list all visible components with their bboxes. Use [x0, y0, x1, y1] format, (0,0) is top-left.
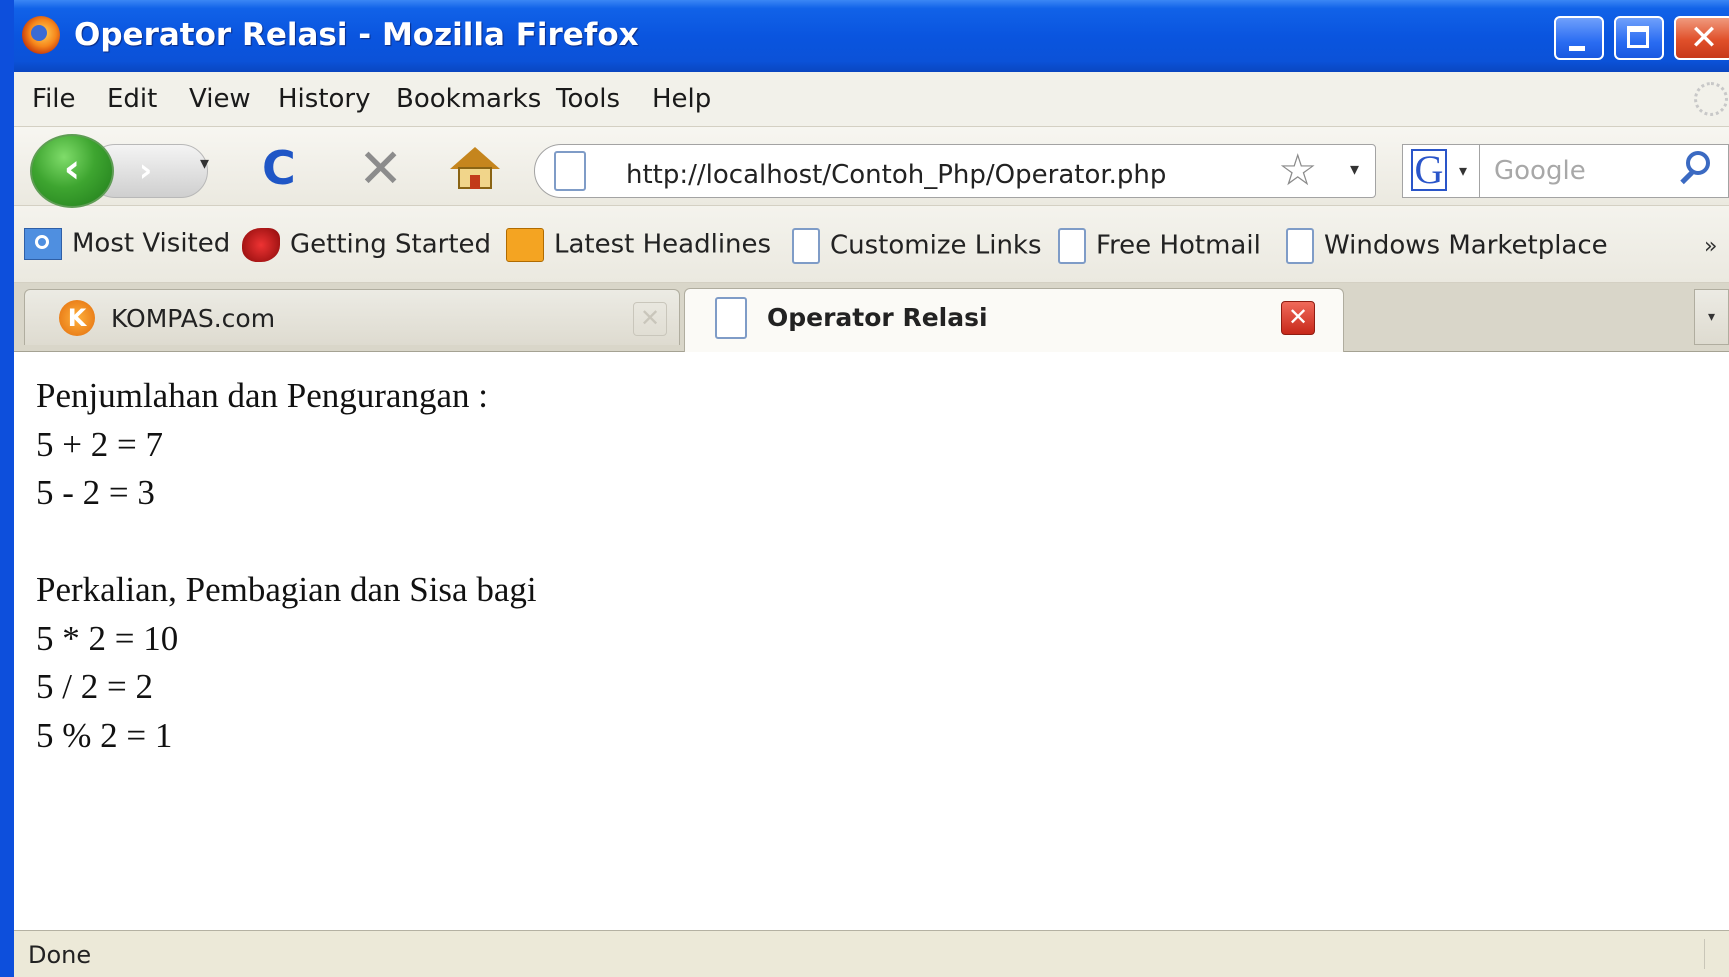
menu-bookmarks[interactable]: Bookmarks	[396, 84, 541, 114]
bookmark-latest-headlines[interactable]: Latest Headlines	[506, 228, 771, 264]
title-bar: Operator Relasi - Mozilla Firefox ✕	[14, 0, 1729, 72]
page-icon	[1058, 228, 1086, 264]
home-icon	[450, 147, 500, 169]
tab-kompas[interactable]: K KOMPAS.com ✕	[24, 289, 680, 345]
page-icon	[1286, 228, 1314, 264]
status-text: Done	[28, 941, 92, 969]
back-button[interactable]: ‹	[30, 134, 114, 208]
search-engine-selector[interactable]: G ▾	[1402, 144, 1480, 198]
bookmark-getting-started[interactable]: Getting Started	[242, 228, 491, 264]
close-icon: ✕	[1689, 18, 1719, 58]
status-bar: Done	[14, 930, 1729, 977]
menu-history[interactable]: History	[278, 84, 371, 114]
url-text[interactable]: http://localhost/Contoh_Php/Operator.php	[626, 160, 1166, 190]
result-line: 5 + 2 = 7	[36, 424, 163, 464]
menu-view[interactable]: View	[189, 84, 251, 114]
bookmarks-toolbar: Most Visited Getting Started Latest Head…	[14, 206, 1729, 283]
menu-bar: File Edit View History Bookmarks Tools H…	[14, 72, 1729, 127]
url-dropdown-icon[interactable]: ▾	[1350, 159, 1359, 180]
menu-tools[interactable]: Tools	[556, 84, 620, 114]
result-line: 5 % 2 = 1	[36, 715, 173, 755]
minimize-icon	[1556, 18, 1602, 58]
bookmark-customize-links[interactable]: Customize Links	[792, 228, 1042, 264]
resize-grip[interactable]	[1704, 939, 1727, 969]
tab-close-icon[interactable]: ✕	[1281, 301, 1315, 335]
google-icon: G	[1411, 149, 1447, 191]
menu-edit[interactable]: Edit	[107, 84, 157, 114]
search-icon[interactable]	[1686, 151, 1710, 175]
section-title: Penjumlahan dan Pengurangan :	[36, 376, 488, 415]
result-line: 5 - 2 = 3	[36, 473, 155, 512]
bookmarks-overflow-icon[interactable]: »	[1704, 234, 1717, 259]
home-button[interactable]	[450, 147, 500, 189]
page-icon	[715, 297, 747, 339]
tab-label: KOMPAS.com	[111, 304, 276, 333]
tab-operator-relasi[interactable]: Operator Relasi ✕	[684, 288, 1344, 352]
page-icon	[792, 228, 820, 264]
bookmark-windows-marketplace[interactable]: Windows Marketplace	[1286, 228, 1608, 264]
browser-window: Operator Relasi - Mozilla Firefox ✕ File…	[0, 0, 1729, 977]
tab-list-button[interactable]: ▾	[1694, 289, 1729, 345]
minimize-button[interactable]	[1554, 16, 1604, 60]
tab-label: Operator Relasi	[767, 303, 988, 332]
maximize-icon	[1616, 18, 1662, 58]
most-visited-icon	[24, 228, 62, 260]
navigation-toolbar: › ‹ ▾ C ✕ http://localhost/Contoh_Php/Op…	[14, 127, 1729, 208]
bookmark-most-visited[interactable]: Most Visited	[24, 228, 230, 264]
section-title: Perkalian, Pembagian dan Sisa bagi	[36, 570, 537, 609]
result-line: 5 * 2 = 10	[36, 618, 179, 658]
back-icon: ‹	[63, 146, 81, 192]
history-dropdown-icon[interactable]: ▾	[200, 153, 209, 174]
result-line: 5 / 2 = 2	[36, 667, 153, 706]
bookmark-free-hotmail[interactable]: Free Hotmail	[1058, 228, 1261, 264]
kompas-favicon-icon: K	[59, 300, 95, 336]
maximize-button[interactable]	[1614, 16, 1664, 60]
stop-button[interactable]: ✕	[358, 137, 403, 200]
window-title: Operator Relasi - Mozilla Firefox	[74, 17, 639, 53]
forward-icon: ›	[139, 151, 153, 189]
getting-started-icon	[242, 228, 280, 262]
site-identity-icon[interactable]	[554, 151, 586, 191]
page-text: Penjumlahan dan Pengurangan : 5 + 2 = 7 …	[36, 372, 537, 760]
throbber-icon	[1694, 82, 1728, 116]
close-window-button[interactable]: ✕	[1674, 16, 1729, 60]
tab-strip: K KOMPAS.com ✕ Operator Relasi ✕ ▾	[14, 283, 1729, 352]
rss-icon	[506, 228, 544, 262]
reload-button[interactable]: C	[262, 141, 296, 195]
menu-file[interactable]: File	[32, 84, 76, 114]
firefox-logo-icon	[22, 16, 60, 54]
menu-help[interactable]: Help	[652, 84, 711, 114]
bookmark-star-icon[interactable]: ☆	[1278, 145, 1317, 196]
tab-close-icon[interactable]: ✕	[633, 302, 667, 336]
search-engine-dropdown-icon: ▾	[1459, 161, 1468, 180]
page-content: Penjumlahan dan Pengurangan : 5 + 2 = 7 …	[14, 352, 1729, 930]
